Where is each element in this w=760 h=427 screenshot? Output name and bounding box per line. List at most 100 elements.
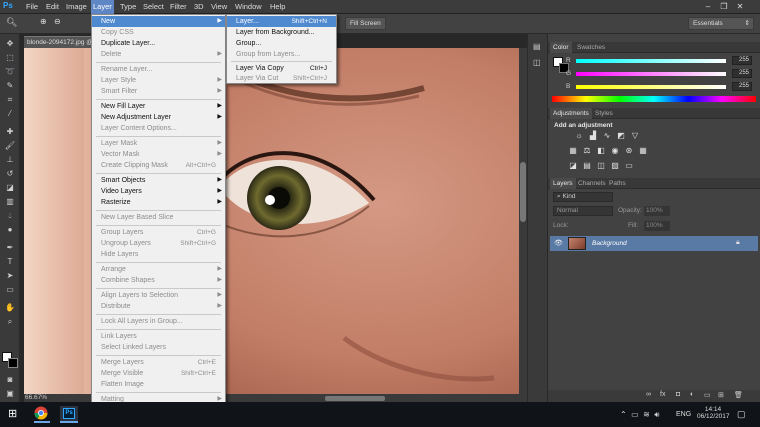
- invert-icon[interactable]: ◪: [568, 161, 578, 170]
- menu-view[interactable]: View: [211, 2, 227, 11]
- tab-styles[interactable]: Styles: [592, 108, 616, 119]
- menu-item-new-fill-layer[interactable]: New Fill Layer ▶: [92, 101, 225, 112]
- tab-layers[interactable]: Layers: [550, 178, 576, 189]
- submenu-item-layer[interactable]: Layer... Shift+Ctrl+N: [227, 16, 336, 27]
- fill-input[interactable]: 100%: [644, 221, 670, 231]
- photoshop-taskbar-icon[interactable]: Ps: [60, 406, 78, 423]
- menu-item-delete[interactable]: Delete ▶: [92, 49, 225, 60]
- vertical-scroll-thumb[interactable]: [520, 162, 526, 222]
- curves-icon[interactable]: ∿: [602, 131, 612, 140]
- layer-row[interactable]: 👁︎ Background 🔒︎: [550, 236, 758, 251]
- menu-item-select-linked-layers[interactable]: Select Linked Layers: [92, 342, 225, 353]
- menu-item-link-layers[interactable]: Link Layers: [92, 331, 225, 342]
- menu-image[interactable]: Image: [66, 2, 87, 11]
- red-slider[interactable]: R 255: [554, 56, 754, 66]
- menu-type[interactable]: Type: [120, 2, 136, 11]
- marquee-tool-icon[interactable]: ⬚: [3, 52, 17, 63]
- vibrance-icon[interactable]: ▽: [630, 131, 640, 140]
- gradient-tool-icon[interactable]: ▥: [3, 196, 17, 207]
- close-icon[interactable]: ✕: [732, 2, 748, 11]
- levels-icon[interactable]: ▟: [588, 131, 598, 140]
- layer-filter-select[interactable]: ⌕ Kind: [553, 192, 613, 202]
- fx-icon[interactable]: fx: [660, 391, 665, 398]
- trash-icon[interactable]: 🗑︎: [734, 391, 743, 399]
- windows-start-icon[interactable]: ⊞: [8, 406, 22, 423]
- adjustment-icon[interactable]: ◐: [690, 391, 694, 398]
- background-color-swatch[interactable]: [8, 358, 18, 368]
- color-spectrum-bar[interactable]: [552, 96, 756, 102]
- submenu-item-layer-from-background[interactable]: Layer from Background...: [227, 27, 336, 38]
- menu-edit[interactable]: Edit: [46, 2, 59, 11]
- clock[interactable]: 14:14 06/12/2017: [697, 406, 730, 423]
- action-center-icon[interactable]: ▢: [737, 406, 746, 423]
- menu-item-distribute[interactable]: Distribute ▶: [92, 301, 225, 312]
- menu-item-merge-layers[interactable]: Merge Layers Ctrl+E: [92, 357, 225, 368]
- hue-saturation-icon[interactable]: ▦: [568, 146, 578, 155]
- menu-item-align-layers[interactable]: Align Layers to Selection ▶: [92, 290, 225, 301]
- black-white-icon[interactable]: ◧: [596, 146, 606, 155]
- threshold-icon[interactable]: ◫: [596, 161, 606, 170]
- menu-item-smart-objects[interactable]: Smart Objects ▶: [92, 175, 225, 186]
- menu-file[interactable]: File: [26, 2, 38, 11]
- menu-item-lock-all-layers[interactable]: Lock All Layers in Group...: [92, 316, 225, 327]
- red-gradient[interactable]: [576, 59, 726, 63]
- channel-mixer-icon[interactable]: ⊛: [624, 146, 634, 155]
- menu-item-rasterize[interactable]: Rasterize ▶: [92, 197, 225, 208]
- menu-item-arrange[interactable]: Arrange ▶: [92, 264, 225, 275]
- exposure-icon[interactable]: ◩: [616, 131, 626, 140]
- tab-adjustments[interactable]: Adjustments: [550, 108, 592, 119]
- restore-icon[interactable]: ❐: [716, 2, 732, 11]
- tab-color[interactable]: Color: [550, 42, 572, 53]
- display-icon[interactable]: ▭: [631, 410, 639, 419]
- menu-item-smart-filter[interactable]: Smart Filter ▶: [92, 86, 225, 97]
- opacity-input[interactable]: 100%: [644, 206, 670, 216]
- blue-value[interactable]: 255: [732, 82, 752, 91]
- menu-item-flatten-image[interactable]: Flatten Image: [92, 379, 225, 390]
- lasso-tool-icon[interactable]: ➰: [3, 66, 17, 77]
- selective-color-icon[interactable]: ▨: [610, 161, 620, 170]
- mask-icon[interactable]: ◘: [676, 391, 680, 398]
- workspace-select[interactable]: Essentials ⇕: [688, 17, 754, 30]
- submenu-item-layer-via-cut[interactable]: Layer Via Cut Shift+Ctrl+J: [227, 73, 336, 84]
- quick-mask-icon[interactable]: ◙: [3, 374, 17, 385]
- type-tool-icon[interactable]: T: [3, 256, 17, 267]
- menu-item-duplicate-layer[interactable]: Duplicate Layer...: [92, 38, 225, 49]
- menu-help[interactable]: Help: [270, 2, 285, 11]
- volume-icon[interactable]: 🔊︎: [654, 410, 659, 419]
- menu-item-video-layers[interactable]: Video Layers ▶: [92, 186, 225, 197]
- brush-tool-icon[interactable]: 🖌︎: [3, 140, 17, 151]
- minimize-icon[interactable]: –: [700, 2, 716, 11]
- blur-tool-icon[interactable]: 💧︎: [3, 210, 17, 221]
- clone-stamp-icon[interactable]: ⊥: [3, 154, 17, 165]
- language-indicator[interactable]: ENG: [676, 406, 691, 423]
- menu-item-layer-content-options[interactable]: Layer Content Options...: [92, 123, 225, 134]
- blue-slider[interactable]: B 255: [554, 82, 754, 92]
- rectangle-tool-icon[interactable]: ▭: [3, 284, 17, 295]
- blend-mode-select[interactable]: Normal: [553, 206, 613, 216]
- hand-tool-icon[interactable]: ✋: [3, 302, 17, 313]
- quick-select-tool-icon[interactable]: ✎: [3, 80, 17, 91]
- menu-item-merge-visible[interactable]: Merge Visible Shift+Ctrl+E: [92, 368, 225, 379]
- menu-item-create-clipping-mask[interactable]: Create Clipping Mask Alt+Ctrl+G: [92, 160, 225, 171]
- screen-mode-icon[interactable]: ▣: [3, 388, 17, 399]
- menu-filter[interactable]: Filter: [170, 2, 187, 11]
- menu-item-layer-mask[interactable]: Layer Mask ▶: [92, 138, 225, 149]
- zoom-tool-small-icon[interactable]: ⌕: [3, 316, 17, 327]
- menu-3d[interactable]: 3D: [194, 2, 204, 11]
- eyedropper-tool-icon[interactable]: ⁄: [3, 108, 17, 119]
- chrome-taskbar-icon[interactable]: [34, 406, 50, 423]
- crop-tool-icon[interactable]: ⌗: [3, 94, 17, 105]
- menu-item-layer-style[interactable]: Layer Style ▶: [92, 75, 225, 86]
- zoom-in-icon[interactable]: ⊕: [40, 17, 52, 30]
- green-gradient[interactable]: [576, 72, 726, 76]
- menu-item-new-layer-based-slice[interactable]: New Layer Based Slice: [92, 212, 225, 223]
- new-layer-icon[interactable]: ⊞: [718, 391, 724, 399]
- eye-icon[interactable]: 👁︎: [554, 239, 563, 247]
- properties-panel-icon[interactable]: ◫: [533, 58, 541, 67]
- zoom-tool-icon[interactable]: 🔍︎: [6, 17, 24, 30]
- menu-select[interactable]: Select: [143, 2, 164, 11]
- menu-item-hide-layers[interactable]: Hide Layers: [92, 249, 225, 260]
- menu-item-group-layers[interactable]: Group Layers Ctrl+G: [92, 227, 225, 238]
- photo-filter-icon[interactable]: ◉: [610, 146, 620, 155]
- chevron-up-icon[interactable]: ⌃: [620, 410, 627, 419]
